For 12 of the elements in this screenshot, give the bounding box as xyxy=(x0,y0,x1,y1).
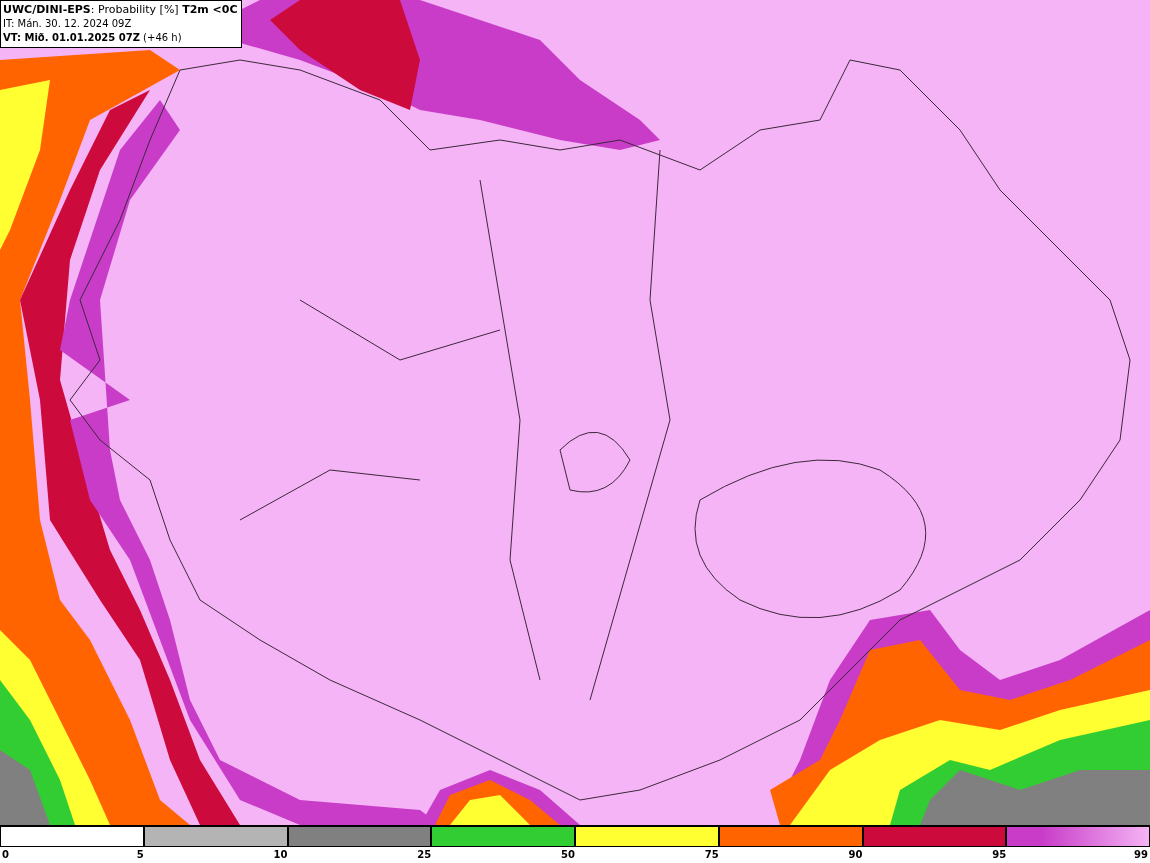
legend-label: 50 xyxy=(561,848,575,862)
legend-label: 99 xyxy=(1134,848,1148,862)
legend-label: 10 xyxy=(273,848,288,862)
legend-label: 0 xyxy=(2,848,9,862)
valid-time: VT: Mið. 01.01.2025 07Z (+46 h) xyxy=(3,31,183,45)
init-time: IT: Mán. 30. 12. 2024 09Z xyxy=(3,17,133,31)
legend-label: 5 xyxy=(136,848,144,862)
map-title: UWC/DINI-EPS: Probability [%] T2m <0C xyxy=(3,3,238,17)
legend-label: 25 xyxy=(417,848,432,862)
legend-label: 95 xyxy=(992,848,1007,862)
legend-label: 90 xyxy=(848,848,863,862)
legend-label: 75 xyxy=(704,848,719,862)
